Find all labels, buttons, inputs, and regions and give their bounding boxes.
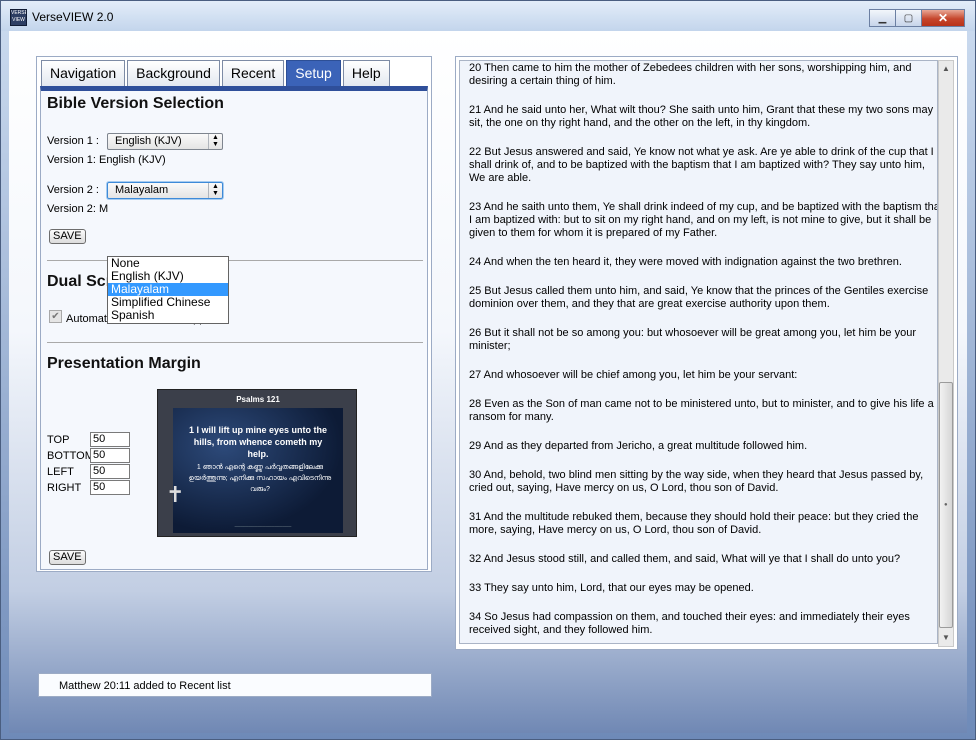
verse-item[interactable]: 24 And when the ten heard it, they were … <box>469 256 937 269</box>
tab-recent[interactable]: Recent <box>221 60 285 86</box>
presentation-margin-heading: Presentation Margin <box>47 355 201 372</box>
dropdown-option-spanish[interactable]: Spanish <box>108 309 228 322</box>
preview-title: Psalms 121 <box>236 395 280 404</box>
version2-dropdown-list: None English (KJV) Malayalam Simplified … <box>107 256 229 324</box>
presentation-preview: Psalms 121 1 I will lift up mine eyes un… <box>157 389 357 537</box>
verse-text-area[interactable]: 20 Then came to him the mother of Zebede… <box>459 60 938 644</box>
margin-top-label: TOP <box>47 434 70 446</box>
scroll-up-icon[interactable]: ▲ <box>939 61 953 77</box>
verse-item[interactable]: 20 Then came to him the mother of Zebede… <box>469 62 937 88</box>
dual-screen-checkbox[interactable]: ✔ <box>49 310 62 323</box>
scrollbar-thumb[interactable]: ● <box>939 382 953 628</box>
tab-help[interactable]: Help <box>342 60 390 86</box>
divider <box>47 342 423 343</box>
title-bar[interactable]: VERSE VIEW VerseVIEW 2.0 ▁ ▢ ✕ <box>1 1 975 31</box>
margin-bottom-input[interactable]: 50 <box>90 448 130 463</box>
margin-left-input[interactable]: 50 <box>90 464 130 479</box>
bible-version-heading: Bible Version Selection <box>47 95 224 112</box>
margin-top-input[interactable]: 50 <box>90 432 130 447</box>
preview-verse-malayalam: 1 ഞാൻ എന്റെ കണ്ണു പർവ്വതങ്ങളിലേക്കു ഉയർത… <box>188 464 332 493</box>
verse-item[interactable]: 21 And he said unto her, What wilt thou?… <box>469 104 937 130</box>
tab-strip: Navigation Background Recent Setup Help <box>41 60 392 86</box>
preview-footer: ──────────────────── <box>234 524 292 529</box>
verse-item[interactable]: 29 And as they departed from Jericho, a … <box>469 440 937 453</box>
vertical-scrollbar[interactable]: ▲ ● ▼ <box>938 60 954 647</box>
cross-icon: ✝ <box>166 482 185 507</box>
verse-item[interactable]: 22 But Jesus answered and said, Ye know … <box>469 146 937 185</box>
verse-item[interactable]: 32 And Jesus stood still, and called the… <box>469 553 937 566</box>
app-logo-icon: VERSE VIEW <box>10 9 27 26</box>
verse-panel: 20 Then came to him the mother of Zebede… <box>455 56 958 650</box>
version2-label: Version 2 : <box>47 184 99 196</box>
chevron-updown-icon: ▲ ▼ <box>208 134 222 149</box>
preview-verse: 1 I will lift up mine eyes unto the hill… <box>188 425 328 459</box>
tab-navigation[interactable]: Navigation <box>41 60 126 86</box>
margin-left-label: LEFT <box>47 466 74 478</box>
maximize-button[interactable]: ▢ <box>895 9 922 27</box>
setup-panel: Navigation Background Recent Setup Help … <box>36 56 432 572</box>
verse-item[interactable]: 27 And whosoever will be chief among you… <box>469 369 937 382</box>
minimize-button[interactable]: ▁ <box>869 9 896 27</box>
verse-item[interactable]: 23 And he saith unto them, Ye shall drin… <box>469 201 937 240</box>
divider <box>47 260 423 261</box>
close-button[interactable]: ✕ <box>921 9 965 27</box>
verse-item[interactable]: 33 They say unto him, Lord, that our eye… <box>469 582 937 595</box>
verse-item[interactable]: 30 And, behold, two blind men sitting by… <box>469 469 937 495</box>
version2-value: Malayalam <box>115 184 169 196</box>
status-bar: Matthew 20:11 added to Recent list <box>38 673 432 697</box>
margin-right-label: RIGHT <box>47 482 82 494</box>
app-window: VERSE VIEW VerseVIEW 2.0 ▁ ▢ ✕ Navigatio… <box>0 0 976 740</box>
scroll-down-icon[interactable]: ▼ <box>939 630 953 646</box>
chevron-updown-icon: ▲ ▼ <box>208 183 222 198</box>
version1-select[interactable]: English (KJV) ▲ ▼ <box>107 133 223 150</box>
tab-background[interactable]: Background <box>127 60 220 86</box>
verse-item[interactable]: 25 But Jesus called them unto him, and s… <box>469 285 937 311</box>
verse-item[interactable]: 28 Even as the Son of man came not to be… <box>469 398 937 424</box>
margin-right-input[interactable]: 50 <box>90 480 130 495</box>
version2-info: Version 2: M <box>47 203 109 215</box>
version2-select[interactable]: Malayalam ▲ ▼ <box>107 182 223 199</box>
verse-item[interactable]: 31 And the multitude rebuked them, becau… <box>469 511 937 537</box>
grip-icon: ● <box>944 502 948 508</box>
verse-item[interactable]: 34 So Jesus had compassion on them, and … <box>469 611 937 637</box>
version1-label: Version 1 : <box>47 135 99 147</box>
version-save-button[interactable]: SAVE <box>49 229 86 244</box>
margin-save-button[interactable]: SAVE <box>49 550 86 565</box>
version1-info: Version 1: English (KJV) <box>47 154 166 166</box>
window-title: VerseVIEW 2.0 <box>32 10 114 24</box>
setup-tab-content: Bible Version Selection Version 1 : Engl… <box>40 86 428 570</box>
tab-setup[interactable]: Setup <box>286 60 341 86</box>
margin-bottom-label: BOTTOM <box>47 450 94 462</box>
verse-item[interactable]: 26 But it shall not be so among you: but… <box>469 327 937 353</box>
version1-value: English (KJV) <box>115 135 182 147</box>
